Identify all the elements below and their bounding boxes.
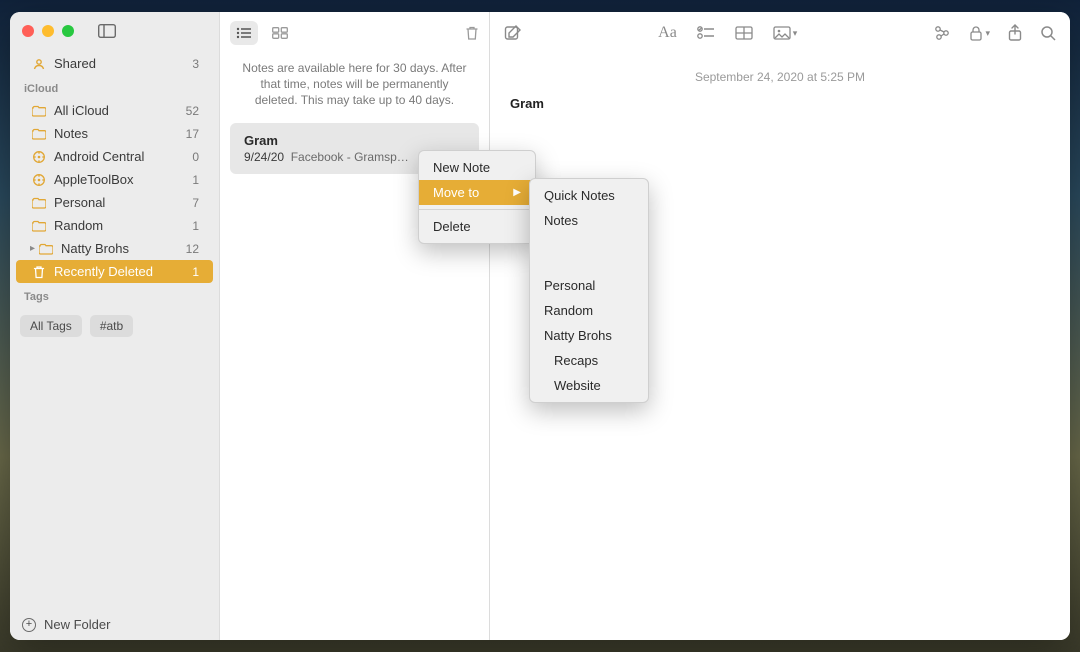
move-to-submenu[interactable]: Quick Notes Notes Personal Random Natty … xyxy=(529,178,649,403)
context-menu[interactable]: New Note Move to ▶ Delete xyxy=(418,150,536,244)
sidebar-item-label: Notes xyxy=(48,126,186,141)
sidebar-item-count: 1 xyxy=(192,265,199,279)
submenu-personal[interactable]: Personal xyxy=(530,273,648,298)
folder-icon xyxy=(30,220,48,232)
chevron-down-icon: ▾ xyxy=(793,28,798,39)
traffic-lights xyxy=(22,25,74,37)
sidebar: Shared 3 iCloud All iCloud52Notes17Andro… xyxy=(10,12,220,640)
submenu-natty-brohs[interactable]: Natty Brohs xyxy=(530,323,648,348)
share-icon[interactable] xyxy=(1008,24,1022,42)
sidebar-item-label: Recently Deleted xyxy=(48,264,192,279)
close-icon[interactable] xyxy=(22,25,34,37)
note-editor-title: Gram xyxy=(510,96,1050,125)
sidebar-item-shared[interactable]: Shared 3 xyxy=(16,52,213,75)
sidebar-item-natty-brohs[interactable]: ▸ Natty Brohs12 xyxy=(16,237,213,260)
delete-note-icon[interactable] xyxy=(465,25,479,41)
titlebar xyxy=(10,18,219,52)
submenu-random[interactable]: Random xyxy=(530,298,648,323)
note-title: Gram xyxy=(244,133,465,148)
sidebar-item-label: Natty Brohs xyxy=(55,241,186,256)
shared-icon xyxy=(30,57,48,71)
note-preview: Facebook - Gramsp… xyxy=(291,150,409,164)
compose-icon[interactable] xyxy=(504,24,522,42)
sidebar-item-count: 0 xyxy=(192,150,199,164)
submenu-recaps[interactable]: Recaps xyxy=(530,348,648,373)
sidebar-item-count: 1 xyxy=(192,219,199,233)
folder-icon xyxy=(37,243,55,255)
ctx-new-note[interactable]: New Note xyxy=(419,155,535,180)
note-timestamp: September 24, 2020 at 5:25 PM xyxy=(510,64,1050,96)
app-window: Shared 3 iCloud All iCloud52Notes17Andro… xyxy=(10,12,1070,640)
ctx-separator xyxy=(419,209,535,210)
sidebar-item-label: All iCloud xyxy=(48,103,186,118)
search-icon[interactable] xyxy=(1040,24,1056,42)
sidebar-item-count: 3 xyxy=(192,57,199,71)
chevron-down-icon: ▾ xyxy=(985,28,990,39)
sidebar-item-label: Android Central xyxy=(48,149,192,164)
media-icon[interactable]: ▾ xyxy=(773,24,798,42)
link-icon[interactable] xyxy=(933,24,951,42)
checklist-icon[interactable] xyxy=(697,24,715,42)
lock-icon[interactable]: ▾ xyxy=(969,24,990,42)
tags-row: All Tags #atb xyxy=(10,307,219,345)
sidebar-item-count: 17 xyxy=(186,127,199,141)
sidebar-item-count: 52 xyxy=(186,104,199,118)
ctx-move-to[interactable]: Move to ▶ xyxy=(419,180,535,205)
text-format-icon[interactable]: Aa xyxy=(658,24,677,42)
zoom-icon[interactable] xyxy=(62,25,74,37)
smart-icon xyxy=(30,173,48,187)
plus-circle-icon: + xyxy=(22,618,36,632)
sidebar-item-count: 12 xyxy=(186,242,199,256)
list-toolbar xyxy=(220,12,489,54)
note-date: 9/24/20 xyxy=(244,150,284,164)
tag-all[interactable]: All Tags xyxy=(20,315,82,337)
trash-icon xyxy=(30,265,48,279)
submenu-quick-notes[interactable]: Quick Notes xyxy=(530,183,648,208)
notes-list-column: Notes are available here for 30 days. Af… xyxy=(220,12,490,640)
sidebar-item-label: Random xyxy=(48,218,192,233)
sidebar-section-icloud: iCloud xyxy=(10,75,219,99)
format-toolbar: Aa ▾ xyxy=(540,24,915,42)
submenu-notes[interactable]: Notes xyxy=(530,208,648,233)
chevron-right-icon: ▶ xyxy=(513,187,521,198)
folder-icon xyxy=(30,197,48,209)
recently-deleted-banner: Notes are available here for 30 days. Af… xyxy=(220,54,489,123)
toolbar-right: ▾ xyxy=(933,24,1056,42)
minimize-icon[interactable] xyxy=(42,25,54,37)
tag-atb[interactable]: #atb xyxy=(90,315,133,337)
gallery-view-icon[interactable] xyxy=(266,21,294,45)
sidebar-item-appletoolbox[interactable]: AppleToolBox1 xyxy=(16,168,213,191)
folder-icon xyxy=(30,105,48,117)
sidebar-item-android-central[interactable]: Android Central0 xyxy=(16,145,213,168)
new-folder-button[interactable]: + New Folder xyxy=(10,609,219,640)
sidebar-item-count: 1 xyxy=(192,173,199,187)
sidebar-item-random[interactable]: Random1 xyxy=(16,214,213,237)
chevron-right-icon[interactable]: ▸ xyxy=(30,243,35,254)
sidebar-item-recently-deleted[interactable]: Recently Deleted1 xyxy=(16,260,213,283)
sidebar-item-label: Shared xyxy=(48,56,192,71)
ctx-delete[interactable]: Delete xyxy=(419,214,535,239)
sidebar-item-count: 7 xyxy=(192,196,199,210)
sidebar-item-notes[interactable]: Notes17 xyxy=(16,122,213,145)
smart-icon xyxy=(30,150,48,164)
sidebar-section-tags: Tags xyxy=(10,283,219,307)
submenu-website[interactable]: Website xyxy=(530,373,648,398)
sidebar-item-label: Personal xyxy=(48,195,192,210)
sidebar-item-personal[interactable]: Personal7 xyxy=(16,191,213,214)
folder-icon xyxy=(30,128,48,140)
submenu-gap xyxy=(530,233,648,273)
sidebar-toggle-icon[interactable] xyxy=(98,24,116,38)
new-folder-label: New Folder xyxy=(44,617,110,632)
editor-toolbar: Aa ▾ ▾ xyxy=(490,12,1070,54)
sidebar-item-all-icloud[interactable]: All iCloud52 xyxy=(16,99,213,122)
sidebar-item-label: AppleToolBox xyxy=(48,172,192,187)
list-view-icon[interactable] xyxy=(230,21,258,45)
table-icon[interactable] xyxy=(735,24,753,42)
